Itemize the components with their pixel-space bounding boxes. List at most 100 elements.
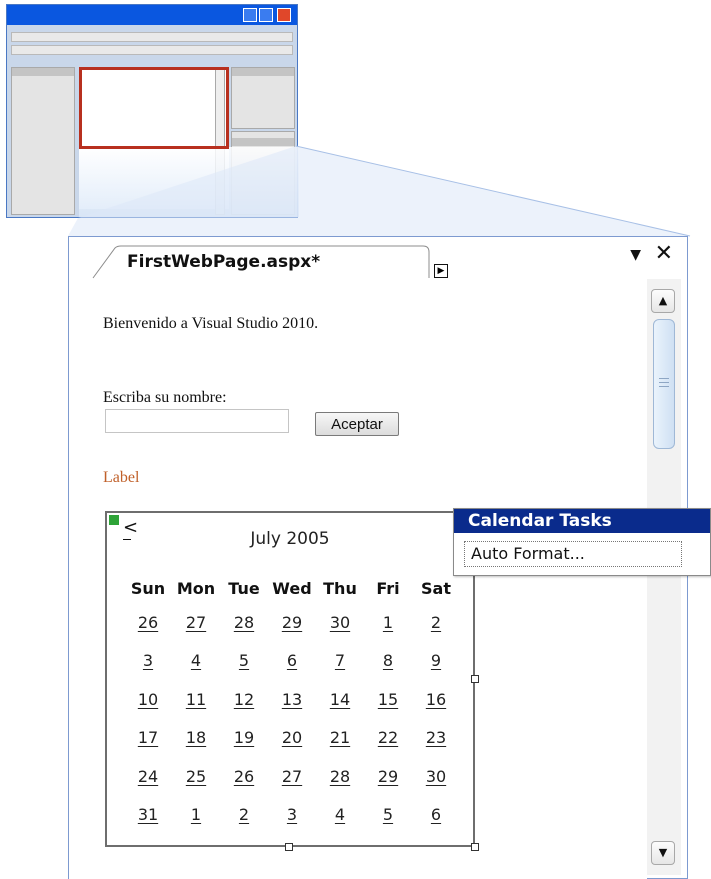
- calendar-day-headers: Sun Mon Tue Wed Thu Fri Sat: [124, 579, 460, 598]
- day-link: 2: [238, 804, 250, 824]
- day-link: 26: [233, 766, 255, 786]
- calendar-day[interactable]: 22: [364, 723, 412, 761]
- calendar-day[interactable]: 28: [220, 608, 268, 646]
- tab-document[interactable]: FirstWebPage.aspx*: [91, 245, 431, 279]
- calendar-day[interactable]: 6: [268, 646, 316, 684]
- calendar-day[interactable]: 30: [412, 762, 460, 800]
- day-header: Wed: [272, 579, 312, 598]
- calendar-day[interactable]: 24: [124, 762, 172, 800]
- day-link: 4: [334, 804, 346, 824]
- label-control: Label: [103, 469, 140, 486]
- calendar-day[interactable]: 13: [268, 685, 316, 723]
- day-link: 27: [281, 766, 303, 786]
- calendar-day[interactable]: 29: [268, 608, 316, 646]
- calendar-day[interactable]: 3: [124, 646, 172, 684]
- calendar-day[interactable]: 5: [364, 800, 412, 838]
- calendar-day[interactable]: 27: [268, 762, 316, 800]
- scroll-down-button[interactable]: ▼: [651, 841, 675, 865]
- calendar-title: July 2005: [250, 529, 330, 549]
- day-link: 30: [329, 613, 351, 632]
- calendar-day[interactable]: 2: [412, 608, 460, 646]
- day-link: 15: [377, 689, 399, 709]
- calendar-day[interactable]: 20: [268, 723, 316, 761]
- day-link: 1: [382, 613, 394, 632]
- calendar-day[interactable]: 29: [364, 762, 412, 800]
- day-link: 20: [281, 728, 303, 748]
- day-link: 6: [430, 804, 442, 824]
- resize-handle-right[interactable]: [471, 675, 479, 683]
- day-header: Sat: [421, 579, 451, 598]
- calendar-day[interactable]: 17: [124, 723, 172, 761]
- control-glyph-icon: [109, 515, 119, 525]
- day-link: 21: [329, 728, 351, 748]
- calendar-day[interactable]: 19: [220, 723, 268, 761]
- calendar-day[interactable]: 1: [172, 800, 220, 838]
- calendar-day[interactable]: 30: [316, 608, 364, 646]
- calendar-day[interactable]: 28: [316, 762, 364, 800]
- resize-handle-bottom[interactable]: [285, 843, 293, 851]
- calendar-day[interactable]: 5: [220, 646, 268, 684]
- day-link: 18: [185, 728, 207, 748]
- calendar-control[interactable]: < July 2005 Sun Mon Tue Wed Thu Fri Sat 26 27 28…: [105, 511, 475, 847]
- calendar-day[interactable]: 31: [124, 800, 172, 838]
- calendar-day[interactable]: 11: [172, 685, 220, 723]
- tab-title: FirstWebPage.aspx*: [127, 252, 321, 272]
- calendar-day[interactable]: 27: [172, 608, 220, 646]
- vertical-scrollbar[interactable]: ▲ ▼: [647, 279, 681, 875]
- accept-button[interactable]: Aceptar: [315, 412, 399, 436]
- calendar-day[interactable]: 8: [364, 646, 412, 684]
- welcome-text: Bienvenido a Visual Studio 2010.: [103, 315, 319, 332]
- calendar-day[interactable]: 16: [412, 685, 460, 723]
- calendar-day[interactable]: 26: [220, 762, 268, 800]
- day-link: 4: [190, 651, 202, 671]
- day-link: 8: [382, 651, 394, 671]
- day-header: Thu: [323, 579, 357, 598]
- name-input[interactable]: [105, 409, 289, 433]
- calendar-day[interactable]: 18: [172, 723, 220, 761]
- calendar-day[interactable]: 7: [316, 646, 364, 684]
- day-header: Tue: [228, 579, 260, 598]
- calendar-day[interactable]: 15: [364, 685, 412, 723]
- calendar-day[interactable]: 4: [172, 646, 220, 684]
- calendar-day[interactable]: 2: [220, 800, 268, 838]
- day-link: 12: [233, 689, 255, 709]
- calendar-day[interactable]: 9: [412, 646, 460, 684]
- window-menu-icon[interactable]: ▼: [630, 247, 641, 263]
- smart-tag-arrow-icon[interactable]: ▶: [434, 264, 448, 278]
- name-prompt: Escriba su nombre:: [103, 389, 227, 406]
- calendar-day[interactable]: 6: [412, 800, 460, 838]
- calendar-day[interactable]: 21: [316, 723, 364, 761]
- auto-format-link[interactable]: Auto Format...: [464, 541, 682, 567]
- scroll-up-button[interactable]: ▲: [651, 289, 675, 313]
- calendar-day[interactable]: 12: [220, 685, 268, 723]
- day-header: Fri: [376, 579, 400, 598]
- scroll-thumb[interactable]: [653, 319, 675, 449]
- calendar-day[interactable]: 23: [412, 723, 460, 761]
- calendar-day[interactable]: 1: [364, 608, 412, 646]
- day-link: 17: [137, 728, 159, 748]
- day-link: 19: [233, 728, 255, 748]
- day-header: Mon: [176, 579, 216, 598]
- day-link: 10: [137, 689, 159, 709]
- close-icon[interactable]: ✕: [655, 241, 673, 266]
- calendar-day[interactable]: 26: [124, 608, 172, 646]
- day-link: 26: [137, 613, 159, 632]
- day-link: 5: [238, 651, 250, 671]
- calendar-day[interactable]: 10: [124, 685, 172, 723]
- calendar-day[interactable]: 3: [268, 800, 316, 838]
- resize-handle-corner[interactable]: [471, 843, 479, 851]
- day-link: 31: [137, 804, 159, 824]
- day-link: 1: [190, 804, 202, 824]
- day-link: 24: [137, 766, 159, 786]
- day-header: Sun: [130, 579, 166, 598]
- calendar-day[interactable]: 14: [316, 685, 364, 723]
- calendar-day[interactable]: 4: [316, 800, 364, 838]
- day-link: 5: [382, 804, 394, 824]
- tasks-panel-title: Calendar Tasks: [454, 509, 710, 533]
- day-link: 30: [425, 766, 447, 786]
- day-link: 25: [185, 766, 207, 786]
- day-link: 13: [281, 689, 303, 709]
- day-link: 9: [430, 651, 442, 671]
- calendar-day[interactable]: 25: [172, 762, 220, 800]
- day-link: 3: [142, 651, 154, 671]
